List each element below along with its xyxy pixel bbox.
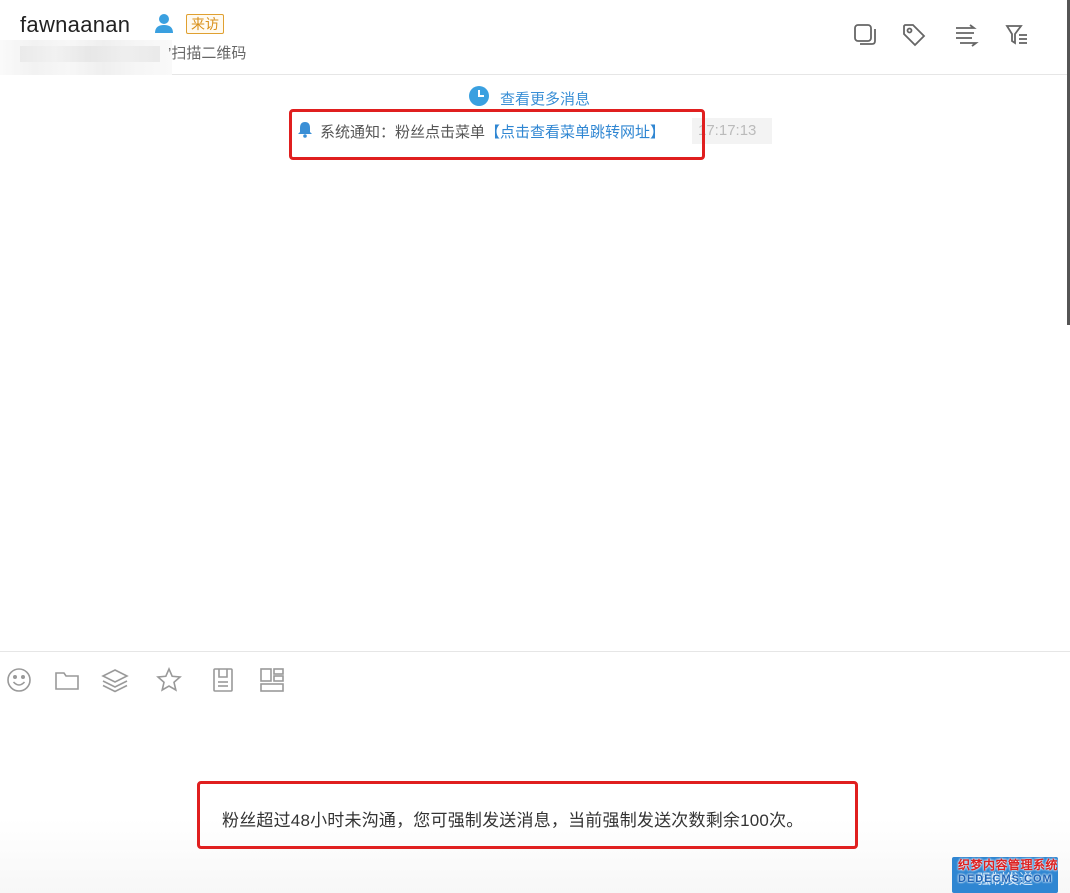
star-icon[interactable]	[155, 666, 183, 694]
tag-icon[interactable]	[899, 20, 929, 50]
filter-icon[interactable]	[1002, 20, 1032, 50]
username: fawnaanan	[20, 12, 131, 37]
system-notice: 系统通知：粉丝点击菜单 【点击查看菜单跳转网址】	[296, 118, 665, 144]
message-input-area[interactable]	[0, 706, 1070, 893]
chat-message-area	[0, 76, 1070, 651]
emoji-icon[interactable]	[5, 666, 33, 694]
transfer-icon[interactable]	[951, 20, 981, 50]
copy-icon[interactable]	[850, 20, 880, 50]
view-more-messages-button[interactable]: 查看更多消息	[468, 85, 591, 112]
system-notice-label: 系统通知：粉丝点击菜单	[320, 123, 486, 141]
force-send-hint: 粉丝超过48小时未沟通，您可强制发送消息，当前强制发送次数剩余100次。	[222, 811, 804, 830]
menu-url-link[interactable]: 【点击查看菜单跳转网址】	[485, 121, 665, 142]
blurred-info	[0, 40, 172, 75]
save-icon[interactable]	[209, 666, 237, 694]
folder-icon[interactable]	[53, 666, 81, 694]
view-more-messages-label: 查看更多消息	[500, 90, 591, 108]
layout-icon[interactable]	[258, 666, 286, 694]
notice-timestamp: 17:17:13	[692, 118, 772, 144]
user-profile-icon[interactable]	[153, 12, 175, 34]
force-send-button[interactable]: 强制发送	[952, 857, 1058, 893]
input-toolbar	[0, 651, 1070, 706]
chat-header: fawnaanan 来访 ’扫描二维码	[0, 0, 1070, 75]
visit-badge: 来访	[186, 14, 224, 34]
clock-icon	[468, 85, 490, 112]
layers-icon[interactable]	[101, 666, 129, 694]
bell-icon	[296, 120, 314, 143]
follow-source: ’扫描二维码	[168, 45, 247, 62]
